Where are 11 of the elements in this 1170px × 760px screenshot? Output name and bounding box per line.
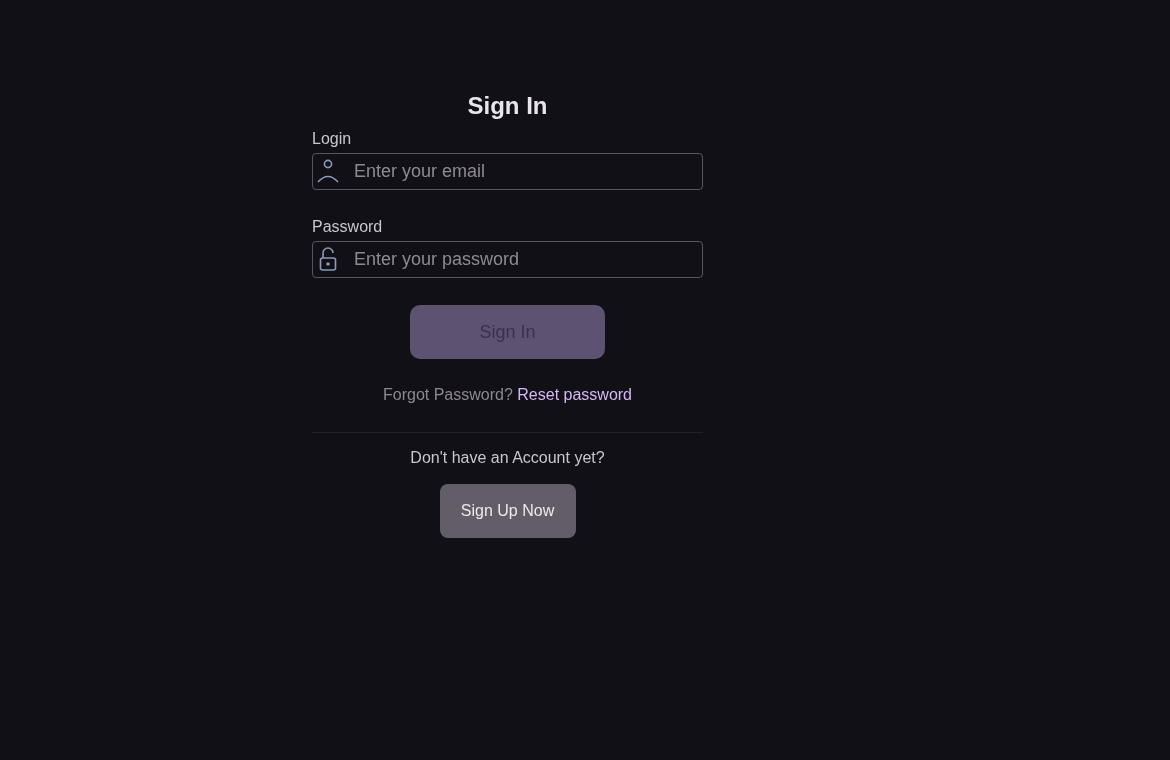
padlock-icon [319, 246, 337, 272]
page-title: Sign In [467, 91, 548, 121]
sign-up-button[interactable]: Sign Up Now [439, 484, 576, 538]
reset-password-link[interactable]: Reset password [517, 386, 632, 403]
field-label: Login [312, 129, 353, 149]
input-field[interactable]: Enter your email [312, 153, 703, 190]
no-account-text: Don't have an Account yet? [410, 448, 605, 468]
input-field[interactable]: Enter your password [312, 241, 703, 278]
field-label: Password [312, 217, 384, 237]
user-icon [316, 158, 340, 184]
forgot-password-text: Forgot Password? Reset password [383, 385, 632, 405]
